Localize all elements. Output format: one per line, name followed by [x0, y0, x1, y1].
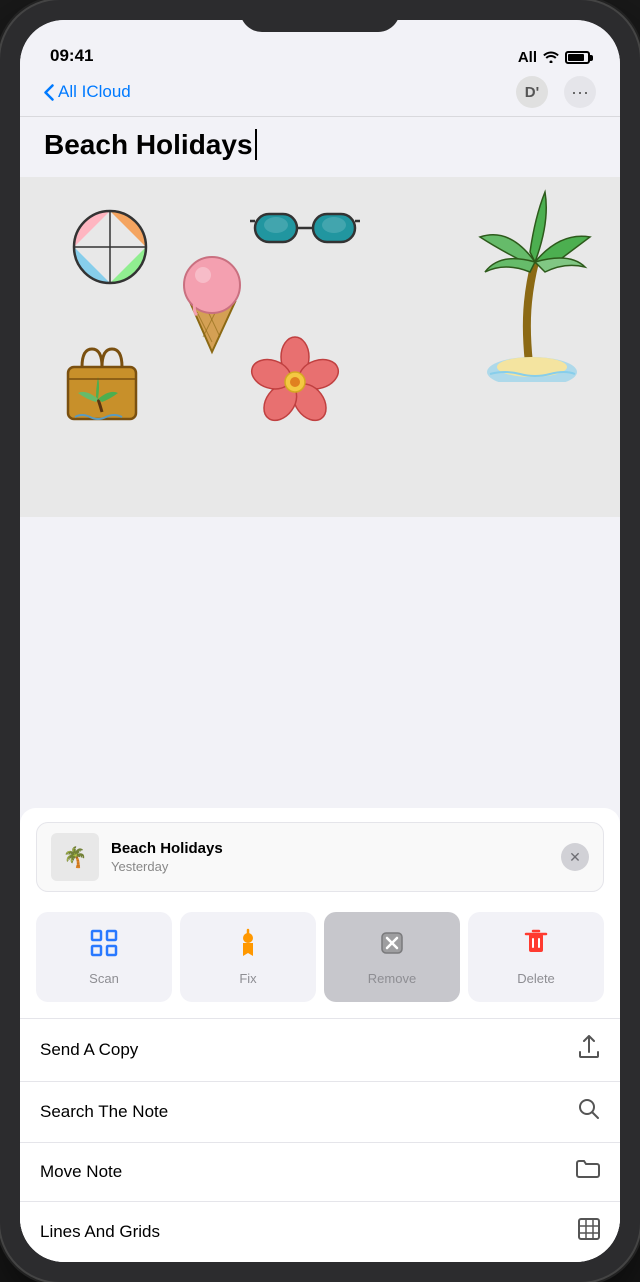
menu-item-send-copy[interactable]: Send A Copy — [20, 1018, 620, 1081]
wifi-icon — [543, 50, 559, 66]
note-preview-title: Beach Holidays — [111, 840, 223, 857]
scan-icon — [89, 928, 119, 963]
remove-icon — [377, 928, 407, 963]
send-copy-label: Send A Copy — [40, 1040, 138, 1060]
nav-right-icons: D' ··· — [516, 76, 596, 108]
tote-bag-sticker — [60, 337, 145, 432]
search-icon — [578, 1098, 600, 1126]
close-button[interactable]: ✕ — [561, 843, 589, 871]
status-icons: All — [518, 49, 590, 66]
remove-label: Remove — [368, 971, 416, 986]
delete-icon — [521, 928, 551, 963]
menu-item-lines-grids[interactable]: Lines And Grids — [20, 1201, 620, 1262]
search-note-label: Search The Note — [40, 1102, 168, 1122]
palm-tree-sticker — [470, 182, 600, 387]
ice-cream-sticker — [175, 247, 250, 362]
note-preview-left: 🌴 Beach Holidays Yesterday — [51, 833, 223, 881]
folder-icon — [576, 1159, 600, 1185]
back-label: All ICloud — [58, 82, 131, 102]
menu-item-search-note[interactable]: Search The Note — [20, 1081, 620, 1142]
avatar[interactable]: D' — [516, 76, 548, 108]
sunglasses-sticker — [250, 199, 360, 259]
move-note-label: Move Note — [40, 1162, 122, 1182]
menu-item-move-note[interactable]: Move Note — [20, 1142, 620, 1201]
delete-button[interactable]: Delete — [468, 912, 604, 1002]
note-preview-info: Beach Holidays Yesterday — [111, 840, 223, 874]
nav-bar: All ICloud D' ··· — [20, 72, 620, 117]
beach-ball-sticker — [70, 207, 150, 287]
delete-label: Delete — [517, 971, 555, 986]
notch — [240, 0, 400, 32]
back-button[interactable]: All ICloud — [44, 82, 131, 102]
signal-label: All — [518, 49, 537, 66]
phone-screen: 09:41 All — [20, 20, 620, 1262]
fix-button[interactable]: Fix — [180, 912, 316, 1002]
battery-icon — [565, 51, 590, 64]
action-buttons-row: Scan Fix — [20, 892, 620, 1018]
hibiscus-sticker — [245, 332, 345, 437]
note-thumbnail: 🌴 — [51, 833, 99, 881]
grid-icon — [578, 1218, 600, 1246]
remove-button[interactable]: Remove — [324, 912, 460, 1002]
fix-icon — [233, 928, 263, 963]
share-icon — [578, 1035, 600, 1065]
more-button[interactable]: ··· — [564, 76, 596, 108]
status-time: 09:41 — [50, 46, 93, 66]
note-preview-card: 🌴 Beach Holidays Yesterday ✕ — [36, 822, 604, 892]
scan-button[interactable]: Scan — [36, 912, 172, 1002]
drawing-area — [20, 177, 620, 517]
lines-grids-label: Lines And Grids — [40, 1222, 160, 1242]
note-title[interactable]: Beach Holidays — [44, 129, 257, 160]
phone-frame: 09:41 All — [0, 0, 640, 1282]
bottom-sheet: 🌴 Beach Holidays Yesterday ✕ — [20, 808, 620, 1262]
note-preview-date: Yesterday — [111, 859, 223, 874]
fix-label: Fix — [239, 971, 256, 986]
note-content: Beach Holidays — [20, 117, 620, 177]
scan-label: Scan — [89, 971, 119, 986]
